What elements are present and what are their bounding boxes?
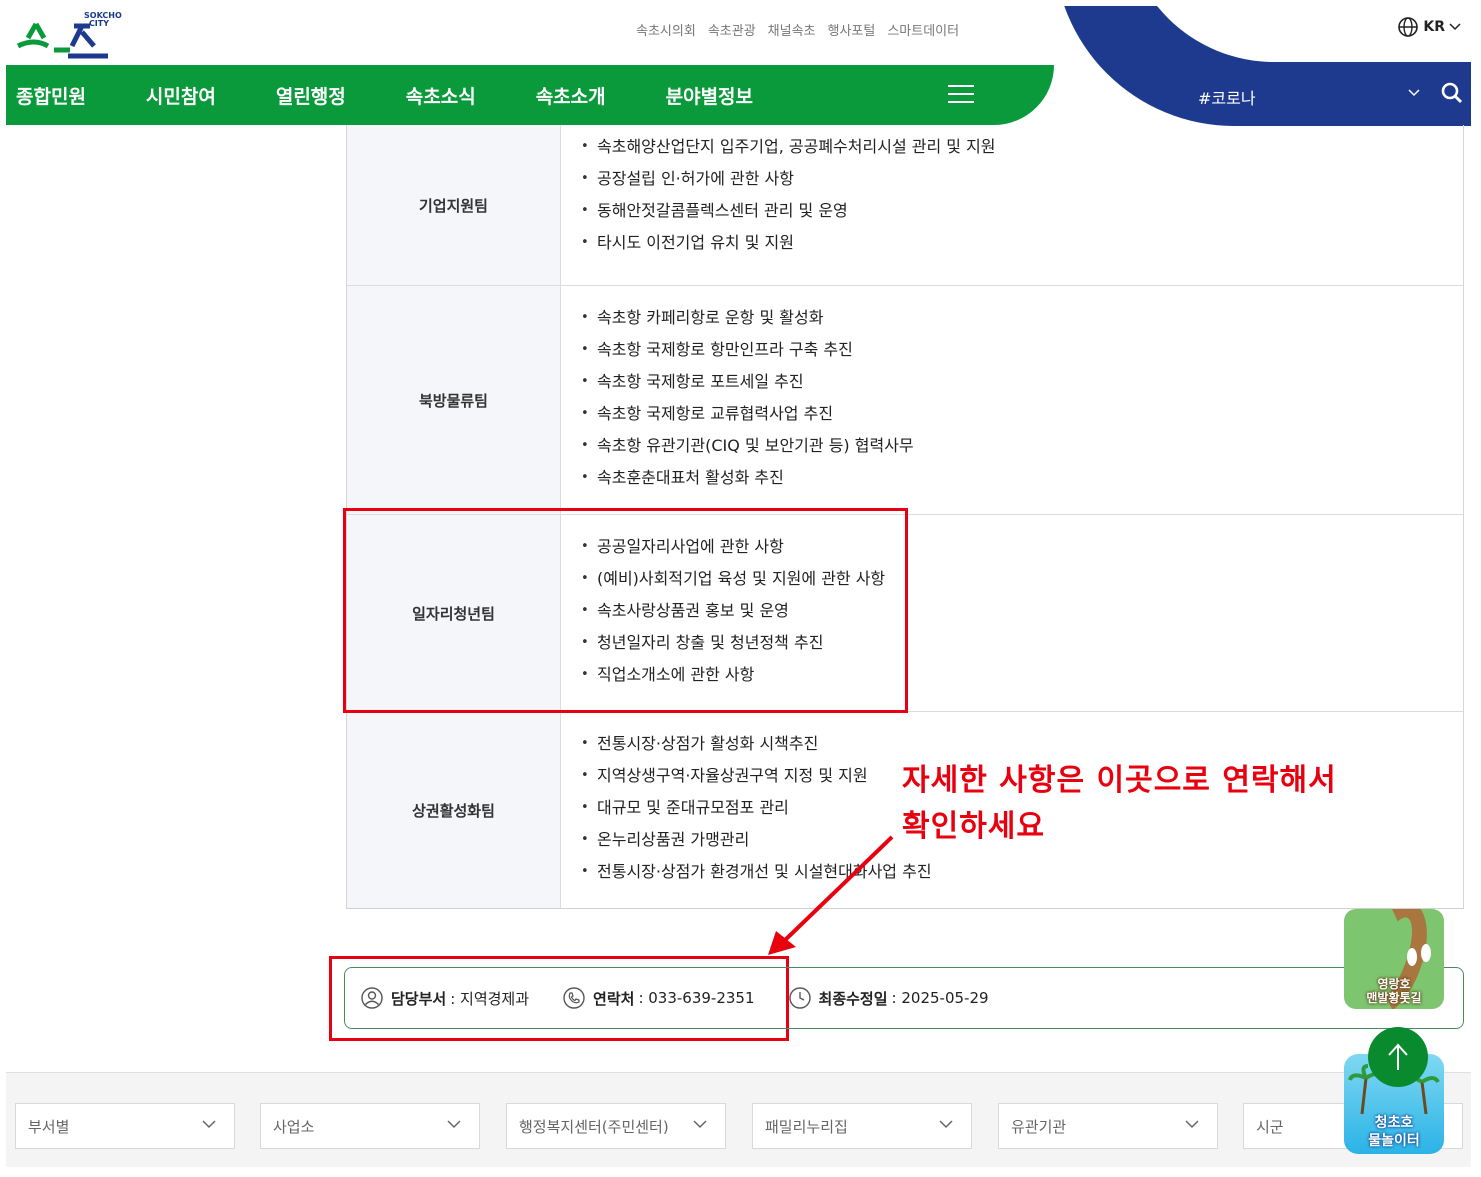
chevron-down-icon <box>1449 23 1461 31</box>
department-info: 담당부서 : 지역경제과 <box>361 987 529 1009</box>
team-name: 상권활성화팀 <box>347 712 561 908</box>
clock-icon <box>788 987 811 1009</box>
list-item: 전통시장·상점가 환경개선 및 시설현대화사업 추진 <box>581 856 1463 888</box>
annotation-text: 자세한 사항은 이곳으로 연락해서 확인하세요 <box>902 758 1337 850</box>
logo-mark-icon <box>16 22 108 59</box>
page-frame: SOKCHO CITY 속초시의회 속초관광 채널속초 행사포털 스마트데이터 … <box>6 6 1471 1167</box>
person-icon <box>361 987 383 1009</box>
search-keyword[interactable]: #코로나 <box>1198 85 1256 109</box>
select-family-sites[interactable]: 패밀리누리집 <box>752 1103 972 1149</box>
select-label: 부서별 <box>28 1117 70 1136</box>
team-name: 북방물류팀 <box>347 286 561 514</box>
contact-info: 연락처 : 033-639-2351 <box>563 987 755 1009</box>
annotation-line-1: 자세한 사항은 이곳으로 연락해서 <box>902 763 1337 798</box>
list-item: 공장설립 인·허가에 관한 사항 <box>581 163 1463 195</box>
top-link-council[interactable]: 속초시의회 <box>636 20 696 39</box>
select-label: 패밀리누리집 <box>765 1117 848 1136</box>
annotation-line-2: 확인하세요 <box>902 809 1045 844</box>
menu-icon[interactable] <box>948 85 974 105</box>
globe-icon <box>1398 17 1419 37</box>
nav-item-news[interactable]: 속초소식 <box>406 82 476 109</box>
select-label: 유관기관 <box>1011 1117 1067 1136</box>
nav-item-fields[interactable]: 분야별정보 <box>666 82 753 109</box>
search-bar: #코로나 <box>1106 65 1471 125</box>
department-info-bar: 담당부서 : 지역경제과 연락처 : 033-639-2351 최종수정일 : … <box>344 967 1464 1029</box>
arrow-up-icon <box>1388 1043 1408 1070</box>
language-selector[interactable]: KR <box>1397 16 1461 38</box>
duty-list: 속초해양산업단지 입주기업, 공공폐수처리시설 관리 및 지원 공장설립 인·허… <box>561 125 1463 285</box>
select-community-center[interactable]: 행정복지센터(주민센터) <box>506 1103 726 1149</box>
top-links: 속초시의회 속초관광 채널속초 행사포털 스마트데이터 <box>636 20 959 39</box>
chevron-down-icon <box>202 1120 216 1129</box>
team-name: 기업지원팀 <box>347 125 561 285</box>
chevron-down-icon <box>693 1120 707 1129</box>
search-icon[interactable] <box>1440 81 1464 105</box>
contact-label: 연락처 <box>593 989 635 1008</box>
list-item: 속초항 국제항로 포트세일 추진 <box>581 366 1463 398</box>
keyword-dropdown-icon[interactable] <box>1408 89 1420 97</box>
duty-list: 속초항 카페리항로 운항 및 활성화 속초항 국제항로 항만인프라 구축 추진 … <box>561 286 1463 514</box>
list-item: 속초항 국제항로 항만인프라 구축 추진 <box>581 334 1463 366</box>
select-department[interactable]: 부서별 <box>15 1103 235 1149</box>
select-office[interactable]: 사업소 <box>260 1103 480 1149</box>
related-sites-bar: 부서별 사업소 행정복지센터(주민센터) 패밀리누리집 유관기관 시군 <box>6 1072 1471 1167</box>
nav-item-participation[interactable]: 시민참여 <box>146 82 216 109</box>
select-label: 행정복지센터(주민센터) <box>519 1117 669 1136</box>
top-link-smartdata[interactable]: 스마트데이터 <box>887 20 959 39</box>
updated-label: 최종수정일 <box>818 989 888 1008</box>
list-item: 속초항 유관기관(CIQ 및 보안기관 등) 협력사무 <box>581 430 1463 462</box>
top-link-channel[interactable]: 채널속초 <box>768 20 816 39</box>
nav-item-civil[interactable]: 종합민원 <box>16 82 86 109</box>
chevron-down-icon <box>939 1120 953 1129</box>
nav-item-admin[interactable]: 열린행정 <box>276 82 346 109</box>
list-item: 속초해양산업단지 입주기업, 공공폐수처리시설 관리 및 지원 <box>581 131 1463 163</box>
language-label: KR <box>1423 19 1445 35</box>
footprint-icon <box>1407 944 1431 966</box>
highlight-box-youth-team <box>343 508 908 713</box>
chevron-down-icon <box>1185 1120 1199 1129</box>
contact-value: : 033-639-2351 <box>638 989 755 1007</box>
nav-item-about[interactable]: 속초소개 <box>536 82 606 109</box>
list-item: 속초항 카페리항로 운항 및 활성화 <box>581 302 1463 334</box>
banner2-line-2: 물놀이터 <box>1368 1133 1420 1149</box>
chevron-down-icon <box>447 1120 461 1129</box>
scroll-to-top-button[interactable] <box>1368 1027 1428 1087</box>
list-item: 동해안젓갈콤플렉스센터 관리 및 운영 <box>581 195 1463 227</box>
department-value: : 지역경제과 <box>450 989 530 1008</box>
list-item: 전통시장·상점가 활성화 시책추진 <box>581 728 1463 760</box>
top-link-events[interactable]: 행사포털 <box>828 20 876 39</box>
select-related-agencies[interactable]: 유관기관 <box>998 1103 1218 1149</box>
select-label: 사업소 <box>273 1117 315 1136</box>
phone-icon <box>563 987 585 1009</box>
updated-value: : 2025-05-29 <box>891 989 989 1007</box>
annotation-arrow-icon <box>768 835 894 955</box>
department-label: 담당부서 <box>391 989 447 1008</box>
top-link-tourism[interactable]: 속초관광 <box>708 20 756 39</box>
banner1-line-2: 맨발황톳길 <box>1366 991 1422 1005</box>
list-item: 속초항 국제항로 교류협력사업 추진 <box>581 398 1463 430</box>
updated-info: 최종수정일 : 2025-05-29 <box>788 987 989 1009</box>
banner2-line-1: 청초호 <box>1374 1115 1414 1131</box>
main-navigation: 종합민원 시민참여 열린행정 속초소식 속초소개 분야별정보 <box>6 65 1054 125</box>
list-item: 속초훈춘대표처 활성화 추진 <box>581 462 1463 494</box>
banner1-line-1: 영랑호 <box>1377 977 1411 991</box>
banner-barefoot-trail[interactable]: 영랑호 맨발황톳길 <box>1344 909 1444 1009</box>
list-item: 타시도 이전기업 유치 및 지원 <box>581 227 1463 259</box>
table-row: 기업지원팀 속초해양산업단지 입주기업, 공공폐수처리시설 관리 및 지원 공장… <box>347 125 1463 285</box>
select-label: 시군 <box>1256 1117 1284 1136</box>
table-row: 북방물류팀 속초항 카페리항로 운항 및 활성화 속초항 국제항로 항만인프라 … <box>347 285 1463 514</box>
site-logo[interactable]: SOKCHO CITY <box>14 10 122 62</box>
